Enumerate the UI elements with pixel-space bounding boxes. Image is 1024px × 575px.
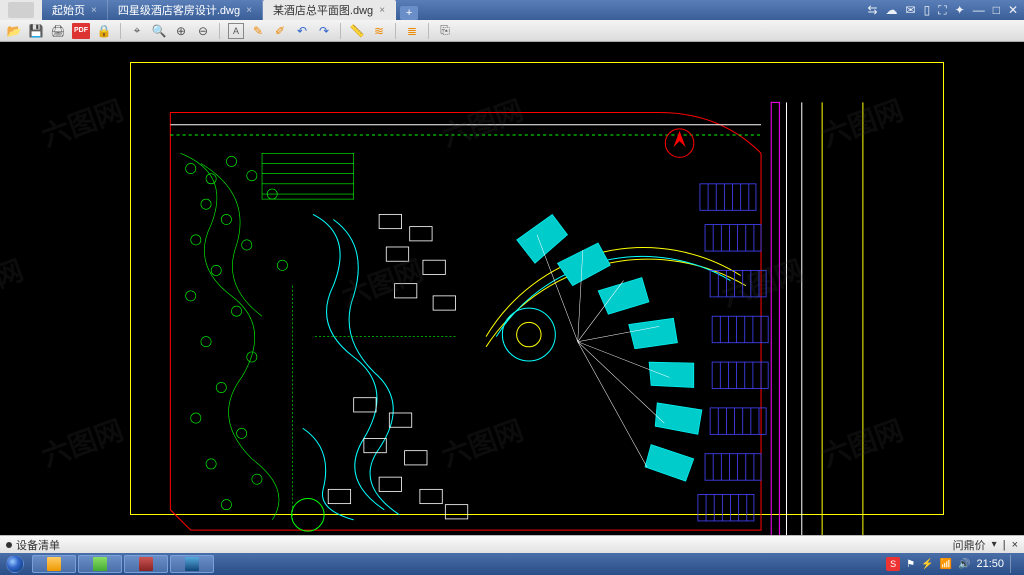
windows-taskbar: S ⚑ ⚡ 📶 🔊 21:50: [0, 553, 1024, 575]
tray-power-icon[interactable]: ⚡: [921, 559, 933, 570]
user-avatar[interactable]: [0, 0, 42, 20]
pencil-icon[interactable]: ✎: [250, 23, 266, 39]
highlight-icon[interactable]: ✐: [272, 23, 288, 39]
print-icon[interactable]: 🖨: [50, 23, 66, 39]
show-desktop[interactable]: [1010, 555, 1018, 573]
status-sep: |: [1003, 539, 1006, 551]
pdf-icon[interactable]: PDF: [72, 23, 90, 39]
settings-icon[interactable]: ✦: [955, 3, 965, 18]
redo-icon[interactable]: ↷: [316, 23, 332, 39]
separator: [219, 23, 220, 39]
zoom-extents-icon[interactable]: ⌖: [129, 23, 145, 39]
measure2-icon[interactable]: ≋: [371, 23, 387, 39]
task-app-4[interactable]: [170, 555, 214, 573]
separator: [120, 23, 121, 39]
share-icon[interactable]: ⇆: [867, 3, 877, 18]
close-icon[interactable]: ×: [91, 5, 97, 16]
zoom-out-icon[interactable]: ⊖: [195, 23, 211, 39]
window-controls: ⇆ ☁ ✉ ▯ ⛶ ✦ — □ ✕: [861, 3, 1024, 18]
phone-icon[interactable]: ▯: [924, 3, 931, 18]
tab-label: 某酒店总平面图.dwg: [273, 2, 373, 18]
zoom-window-icon[interactable]: 🔍: [151, 23, 167, 39]
tab-strip: 起始页 × 四星级酒店客房设计.dwg × 某酒店总平面图.dwg × +: [42, 0, 861, 20]
layers-icon[interactable]: ≣: [404, 23, 420, 39]
close-icon[interactable]: ×: [246, 5, 252, 16]
tray-network-icon[interactable]: 📶: [940, 559, 952, 570]
undo-icon[interactable]: ↶: [294, 23, 310, 39]
status-bar: 设备清单 问鼎价 ▾ | ×: [0, 535, 1024, 553]
close-icon[interactable]: ×: [379, 5, 385, 16]
main-toolbar: 📂 💾 🖨 PDF 🔒 ⌖ 🔍 ⊕ ⊖ A ✎ ✐ ↶ ↷ 📏 ≋ ≣ ⎘: [0, 20, 1024, 42]
tray-volume-icon[interactable]: 🔊: [958, 559, 970, 570]
maximize-icon[interactable]: □: [993, 3, 1000, 18]
tab-start[interactable]: 起始页 ×: [42, 0, 108, 20]
cloud-icon[interactable]: ☁: [886, 3, 898, 18]
start-button[interactable]: [0, 553, 30, 575]
tray-clock[interactable]: 21:50: [976, 558, 1004, 570]
watermark: 六图网: [36, 409, 129, 475]
separator: [395, 23, 396, 39]
close-window-icon[interactable]: ✕: [1008, 3, 1018, 18]
separator: [428, 23, 429, 39]
titlebar: 起始页 × 四星级酒店客房设计.dwg × 某酒店总平面图.dwg × + ⇆ …: [0, 0, 1024, 20]
tray-s-icon[interactable]: S: [886, 557, 900, 571]
task-explorer[interactable]: [32, 555, 76, 573]
task-app-3[interactable]: [124, 555, 168, 573]
watermark: 六图网: [0, 249, 28, 315]
new-tab-button[interactable]: +: [400, 6, 418, 20]
zoom-in-icon[interactable]: ⊕: [173, 23, 189, 39]
windows-orb-icon: [6, 555, 24, 573]
lock-icon[interactable]: 🔒: [96, 23, 112, 39]
separator: [340, 23, 341, 39]
status-left-text[interactable]: 设备清单: [16, 537, 60, 553]
dropdown-icon[interactable]: ▾: [992, 539, 997, 550]
tab-file-2[interactable]: 某酒店总平面图.dwg ×: [263, 0, 396, 20]
text-icon[interactable]: A: [228, 23, 244, 39]
status-close-icon[interactable]: ×: [1012, 539, 1018, 551]
minimize-icon[interactable]: —: [973, 3, 985, 18]
fullscreen-icon[interactable]: ⛶: [938, 3, 946, 18]
watermark: 六图网: [36, 89, 129, 155]
export-icon[interactable]: ⎘: [437, 23, 453, 39]
tab-label: 四星级酒店客房设计.dwg: [118, 2, 240, 18]
system-tray: S ⚑ ⚡ 📶 🔊 21:50: [880, 555, 1024, 573]
chat-icon[interactable]: ✉: [906, 3, 916, 18]
tab-label: 起始页: [52, 2, 85, 18]
tab-file-1[interactable]: 四星级酒店客房设计.dwg ×: [108, 0, 263, 20]
status-bullet-icon: [6, 542, 12, 548]
drawing-canvas[interactable]: 六图网 六图网 六图网 六图网 六图网 六图网 六图网 六图网 六图网: [0, 42, 1024, 535]
status-right-text[interactable]: 问鼎价: [953, 537, 986, 553]
measure-icon[interactable]: 📏: [349, 23, 365, 39]
tray-flag-icon[interactable]: ⚑: [906, 559, 915, 570]
task-app-2[interactable]: [78, 555, 122, 573]
open-icon[interactable]: 📂: [6, 23, 22, 39]
site-plan-drawing: [150, 82, 924, 535]
save-icon[interactable]: 💾: [28, 23, 44, 39]
